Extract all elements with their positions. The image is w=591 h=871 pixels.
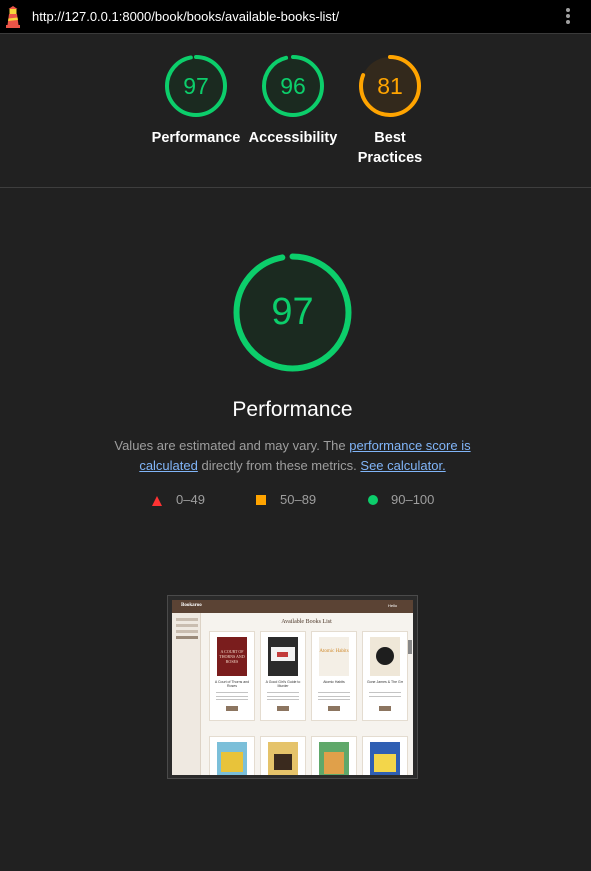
book-cover-art xyxy=(221,752,243,772)
main-performance-score: 97 xyxy=(271,291,314,333)
final-screenshot-thumbnail[interactable]: Bookaroo Hello Available Books List A CO… xyxy=(167,595,418,779)
book-meta-line xyxy=(267,692,299,693)
book-card xyxy=(362,736,408,775)
main-performance-gauge: 97 xyxy=(232,252,353,373)
book-card xyxy=(311,736,357,775)
book-cover-art xyxy=(324,752,344,774)
book-meta-line xyxy=(267,696,299,697)
best-practices-label[interactable]: Best Practices xyxy=(330,128,450,168)
book-card: Gone James & The Grr xyxy=(362,631,408,721)
book-title: A Good Girl's Guide to Murder xyxy=(265,680,301,688)
description-text-2: directly from these metrics. xyxy=(197,458,361,473)
see-calculator-link[interactable]: See calculator. xyxy=(360,458,445,473)
best-practices-label-line1: Best xyxy=(374,130,406,146)
pass-circle-icon xyxy=(368,495,378,505)
screenshot-header: Bookaroo Hello xyxy=(172,600,413,613)
book-meta-line xyxy=(318,696,350,697)
book-meta-line xyxy=(369,692,401,693)
performance-score: 97 xyxy=(183,73,209,99)
book-meta-line xyxy=(216,692,248,693)
fail-triangle-icon xyxy=(152,496,162,506)
book-details-button xyxy=(379,706,391,711)
book-cover-art xyxy=(376,647,394,665)
best-practices-gauge[interactable]: 81 xyxy=(357,53,423,119)
book-cover xyxy=(370,742,400,775)
screenshot-sidebar-item xyxy=(176,630,198,633)
screenshot-sidebar-item xyxy=(176,624,198,627)
book-cover-text: A COURT OF THORNS AND ROSES xyxy=(219,649,245,664)
book-card: A COURT OF THORNS AND ROSES A Court of T… xyxy=(209,631,255,721)
book-cover xyxy=(268,637,298,676)
best-practices-label-line2: Practices xyxy=(357,150,423,166)
book-cover xyxy=(370,637,400,676)
book-meta-line xyxy=(216,696,248,697)
book-card: Atomic Habits Atomic Habits xyxy=(311,631,357,721)
screenshot-user: Hello xyxy=(388,603,398,608)
book-card: A Good Girl's Guide to Murder xyxy=(260,631,306,721)
book-details-button xyxy=(277,706,289,711)
screenshot-sidebar-item xyxy=(176,618,198,621)
screenshot-brand: Bookaroo xyxy=(181,603,202,608)
section-divider xyxy=(0,187,591,188)
book-card xyxy=(260,736,306,775)
browser-top-bar: http://127.0.0.1:8000/book/books/availab… xyxy=(0,0,591,34)
book-cover: A COURT OF THORNS AND ROSES xyxy=(217,637,247,676)
page-screenshot: Bookaroo Hello Available Books List A CO… xyxy=(172,600,413,775)
lighthouse-icon xyxy=(6,6,20,28)
performance-title: Performance xyxy=(232,398,353,421)
book-meta-line xyxy=(318,699,350,700)
description-text-1: Values are estimated and may vary. The xyxy=(114,438,350,453)
screenshot-page-title: Available Books List xyxy=(281,619,332,625)
accessibility-gauge[interactable]: 96 xyxy=(260,53,326,119)
legend-range-pass: 90–100 xyxy=(391,492,435,507)
book-details-button xyxy=(226,706,238,711)
kebab-menu-icon[interactable] xyxy=(561,7,575,27)
book-meta-line xyxy=(216,699,248,700)
book-cover-art xyxy=(274,754,292,770)
book-meta-line xyxy=(369,696,401,697)
screenshot-scrollbar xyxy=(408,640,412,654)
book-card xyxy=(209,736,255,775)
book-meta-line xyxy=(267,699,299,700)
book-details-button xyxy=(328,706,340,711)
book-cover-text: Atomic Habits xyxy=(319,649,349,654)
screenshot-sidebar xyxy=(172,613,201,775)
best-practices-score: 81 xyxy=(377,73,403,99)
book-cover-art xyxy=(374,754,396,772)
book-title: Atomic Habits xyxy=(323,680,345,684)
book-meta-line xyxy=(318,692,350,693)
book-title: A Court of Thorns and Roses xyxy=(214,680,250,688)
legend-range-average: 50–89 xyxy=(280,492,317,507)
score-description: Values are estimated and may vary. The p… xyxy=(100,436,485,476)
screenshot-sidebar-item xyxy=(176,636,198,639)
book-cover xyxy=(319,742,349,775)
average-square-icon xyxy=(256,495,266,505)
performance-gauge[interactable]: 97 xyxy=(163,53,229,119)
legend-range-fail: 0–49 xyxy=(176,492,205,507)
url-bar[interactable]: http://127.0.0.1:8000/book/books/availab… xyxy=(32,9,339,24)
accessibility-score: 96 xyxy=(280,73,306,99)
book-cover-art xyxy=(277,652,288,657)
book-cover xyxy=(268,742,298,775)
book-title: Gone James & The Grr xyxy=(366,680,404,684)
book-cover: Atomic Habits xyxy=(319,637,349,676)
book-cover xyxy=(217,742,247,775)
